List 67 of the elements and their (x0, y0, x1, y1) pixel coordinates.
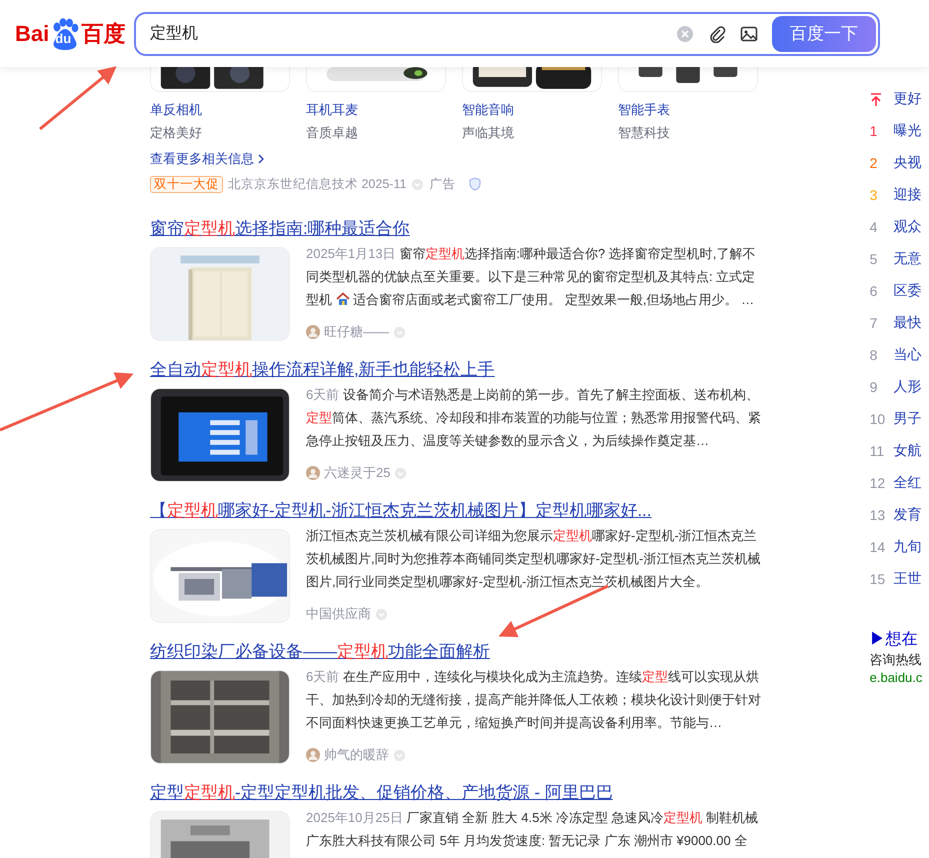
ad-label: 广告 (429, 176, 456, 192)
logo-text: 百度 (81, 20, 126, 48)
rank-number: 15 (870, 571, 886, 587)
rank-number: 10 (870, 411, 886, 427)
result-snippet: 2025年1月13日 窗帘定型机选择指南:哪种最适合你? 选择窗帘定型机时,了解不同类型机器的优缺点至关重要。以下是三种常见的窗帘定型机及其特点: 立式定型机 适合窗帘店面或老式窗帘工厂使用。 定型效果一般,但场地占用少。 … (306, 245, 756, 309)
hot-search-link[interactable]: 迎接 (894, 186, 922, 204)
paperclip-icon[interactable] (708, 24, 726, 42)
rank-number: 2 (870, 155, 878, 171)
rank-number: 12 (870, 475, 886, 491)
rank-number: 11 (870, 443, 886, 459)
more-info-link[interactable]: 查看更多相关信息 (150, 150, 254, 168)
logo-text: Bai (15, 20, 50, 46)
rank-number: 14 (870, 539, 886, 555)
hot-search-link[interactable]: 当心 (894, 346, 922, 364)
hot-search-link[interactable]: 男子 (894, 410, 922, 428)
rank-number: 7 (870, 315, 878, 331)
hot-search-link[interactable]: 曝光 (894, 122, 922, 140)
hot-search-link[interactable]: 女航 (894, 442, 922, 460)
rank-number: 6 (870, 283, 878, 299)
shield-icon (468, 177, 482, 191)
product-tagline: 定格美好 (150, 124, 203, 142)
rank-number: 9 (870, 379, 878, 395)
product-tagline: 音质卓越 (306, 124, 359, 142)
hot-search-link[interactable]: 全红 (894, 474, 922, 492)
result-title-link[interactable]: 窗帘定型机选择指南:哪种最适合你 (150, 216, 410, 241)
result-title-link[interactable]: 全自动定型机操作流程详解,新手也能轻松上手 (150, 357, 495, 382)
product-tagline: 声临其境 (462, 124, 515, 142)
hot-search-link[interactable]: 观众 (894, 218, 922, 236)
product-link[interactable]: 耳机耳麦 (306, 101, 446, 119)
rank-number: 4 (870, 219, 878, 235)
hot-search-link[interactable]: 最快 (894, 314, 922, 332)
hot-search-link[interactable]: 发育 (894, 506, 922, 524)
ad-text: 咨询热线 (870, 651, 923, 669)
logo-text: du (55, 30, 72, 46)
search-field[interactable]: 定型机 百度一下 (134, 12, 880, 56)
result-snippet: 6天前 在生产应用中，连续化与模块化成为主流趋势。连续定型线可以实现从烘干、加热到冷却的无缝衔接，提高产能并降低人工依赖；模块化设计则便于针对不同面料快速更换工艺单元，缩短换产时间并提高设备利用率。节能与… (306, 668, 762, 732)
ad-url: e.baidu.c (870, 669, 924, 687)
rank-number: 8 (870, 347, 878, 363)
product-link[interactable]: 单反相机 (150, 101, 290, 119)
hot-search-link[interactable]: 无意 (894, 250, 922, 268)
house-icon (336, 292, 350, 306)
image-icon[interactable] (740, 24, 758, 42)
ad-title-link[interactable]: ▶想在 (870, 629, 929, 651)
hot-search-link[interactable]: 央视 (894, 154, 922, 172)
search-button[interactable]: 百度一下 (772, 16, 876, 52)
hot-search-link[interactable]: 区委 (894, 282, 922, 300)
clear-icon[interactable] (676, 24, 694, 42)
result-snippet: 6天前 设备简介与术语熟悉是上岗前的第一步。首先了解主控面板、送布机构、 定型筒体、蒸汽系统、冷却段和排布装置的功能与位置；熟悉常用报警代码、紧急停止按钮及压力、温度等关键参数的显示含义，为后续操作奠定基… (306, 386, 762, 450)
result-title-link[interactable]: 【定型机哪家好-定型机-浙江恒杰克兰茨机械图片】定型机哪家好... (150, 498, 652, 523)
hot-search-link[interactable]: 王世 (894, 570, 922, 588)
product-tagline: 智慧科技 (618, 124, 671, 142)
advertiser-text: 北京京东世纪信息技术 2025-11 (228, 176, 406, 192)
result-snippet: 浙江恒杰克兰茨机械有限公司详细为您展示定型机哪家好-定型机-浙江恒杰克兰茨机械图片,同时为您推荐本商铺同类定型机哪家好-定型机-浙江恒杰克兰茨机械图片,同行业同类定型机哪家好-定型机-浙江恒杰克兰茨机械图片大全。 (306, 527, 762, 591)
rank-number: 3 (870, 187, 878, 203)
result-snippet: 2025年10月25日 厂家直销 全新 胜大 4.5米 冷冻定型 急速风冷定型机 制鞋机械广东胜大科技有限公司 5年 月均发货速度: 暂无记录 广东 潮州市 ¥9000.00 全 (306, 809, 760, 850)
product-link[interactable]: 智能音响 (462, 101, 602, 119)
rank-number: 1 (870, 123, 878, 139)
product-link[interactable]: 智能手表 (618, 101, 758, 119)
result-title-link[interactable]: 定型定型机-定型定型机批发、促销价格、产地货源 - 阿里巴巴 (150, 780, 613, 805)
result-title-link[interactable]: 纺织印染厂必备设备——定型机功能全面解析 (150, 639, 490, 664)
hot-search-link[interactable]: 人形 (894, 378, 922, 396)
hot-search-link[interactable]: 九旬 (894, 538, 922, 556)
rank-number: 13 (870, 507, 886, 523)
rank-number: 5 (870, 251, 878, 267)
chevron-right-icon[interactable] (257, 154, 265, 164)
hot-search-link[interactable]: 更好 (894, 90, 922, 108)
promo-tag: 双十一大促 (150, 176, 223, 192)
